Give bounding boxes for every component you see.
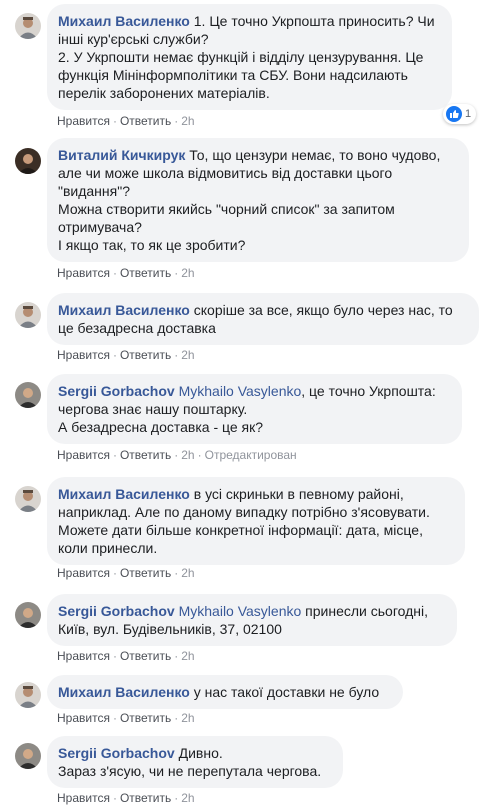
- comment-time[interactable]: 2h: [181, 566, 194, 580]
- thumbs-up-icon: [446, 106, 462, 122]
- reply-link[interactable]: Ответить: [120, 448, 171, 462]
- avatar[interactable]: [15, 13, 41, 39]
- comment-time[interactable]: 2h: [181, 266, 194, 280]
- comment-bubble: Sergii Gorbachov Дивно. Зараз з'ясую, чи…: [47, 736, 343, 788]
- reply-link[interactable]: Ответить: [120, 348, 171, 362]
- comment-actions: Нравится · Ответить · 2h: [57, 266, 195, 280]
- like-link[interactable]: Нравится: [57, 566, 110, 580]
- avatar[interactable]: [15, 302, 41, 328]
- avatar[interactable]: [15, 743, 41, 769]
- comment-time[interactable]: 2h: [181, 348, 194, 362]
- reply-link[interactable]: Ответить: [120, 649, 171, 663]
- comment-time[interactable]: 2h: [181, 649, 194, 663]
- reaction-summary[interactable]: 1: [443, 104, 477, 124]
- like-link[interactable]: Нравится: [57, 791, 110, 805]
- avatar[interactable]: [15, 148, 41, 174]
- like-link[interactable]: Нравится: [57, 114, 110, 128]
- like-link[interactable]: Нравится: [57, 711, 110, 725]
- comment-time[interactable]: 2h: [181, 791, 194, 805]
- like-link[interactable]: Нравится: [57, 649, 110, 663]
- comment-author[interactable]: Sergii Gorbachov: [58, 745, 175, 761]
- comment-actions: Нравится · Ответить · 2h: [57, 649, 195, 663]
- comment-author[interactable]: Михаил Василенко: [58, 13, 190, 29]
- comment-bubble: Sergii Gorbachov Mykhailo Vasylenko, це …: [47, 374, 462, 444]
- comment-time[interactable]: 2h: [181, 711, 194, 725]
- avatar[interactable]: [15, 602, 41, 628]
- comment-bubble: Михаил Василенко у нас такої доставки не…: [47, 675, 403, 709]
- comment-author[interactable]: Михаил Василенко: [58, 302, 190, 318]
- comment-time[interactable]: 2h: [181, 448, 194, 462]
- comment-bubble: Михаил Василенко скоріше за все, якщо бу…: [47, 293, 479, 345]
- reply-link[interactable]: Ответить: [120, 266, 171, 280]
- reaction-count: 1: [465, 108, 472, 120]
- comment-thread: Михаил Василенко 1. Це точно Укрпошта пр…: [0, 0, 495, 805]
- comment-bubble: Sergii Gorbachov Mykhailo Vasylenko прин…: [47, 594, 457, 646]
- comment-author[interactable]: Sergii Gorbachov: [58, 603, 175, 619]
- comment-time[interactable]: 2h: [181, 114, 194, 128]
- comment-bubble: Михаил Василенко 1. Це точно Укрпошта пр…: [47, 4, 452, 110]
- comment-author[interactable]: Михаил Василенко: [58, 684, 190, 700]
- comment-actions: Нравится · Ответить · 2h: [57, 791, 195, 805]
- reply-link[interactable]: Ответить: [120, 566, 171, 580]
- comment-actions: Нравится · Ответить · 2h: [57, 348, 195, 362]
- avatar[interactable]: [15, 486, 41, 512]
- comment-author[interactable]: Виталий Кичкирук: [58, 147, 185, 163]
- edited-label[interactable]: Отредактирован: [205, 448, 297, 462]
- avatar[interactable]: [15, 382, 41, 408]
- comment-author[interactable]: Sergii Gorbachov: [58, 383, 175, 399]
- reply-link[interactable]: Ответить: [120, 711, 171, 725]
- avatar[interactable]: [15, 682, 41, 708]
- reply-link[interactable]: Ответить: [120, 791, 171, 805]
- like-link[interactable]: Нравится: [57, 348, 110, 362]
- comment-actions: Нравится · Ответить · 2h: [57, 711, 195, 725]
- like-link[interactable]: Нравится: [57, 266, 110, 280]
- like-link[interactable]: Нравится: [57, 448, 110, 462]
- comment-bubble: Михаил Василенко в усі скриньки в певном…: [47, 477, 465, 565]
- comment-author[interactable]: Михаил Василенко: [58, 486, 190, 502]
- comment-actions: Нравится · Ответить · 2h: [57, 114, 195, 128]
- reply-link[interactable]: Ответить: [120, 114, 171, 128]
- comment-actions: Нравится · Ответить · 2h · Отредактирован: [57, 448, 297, 462]
- mention-link[interactable]: Mykhailo Vasylenko: [179, 603, 302, 619]
- comment-actions: Нравится · Ответить · 2h: [57, 566, 195, 580]
- comment-text: у нас такої доставки не було: [189, 684, 380, 700]
- mention-link[interactable]: Mykhailo Vasylenko: [179, 383, 302, 399]
- comment-bubble: Виталий Кичкирук То, що цензури немає, т…: [47, 138, 469, 262]
